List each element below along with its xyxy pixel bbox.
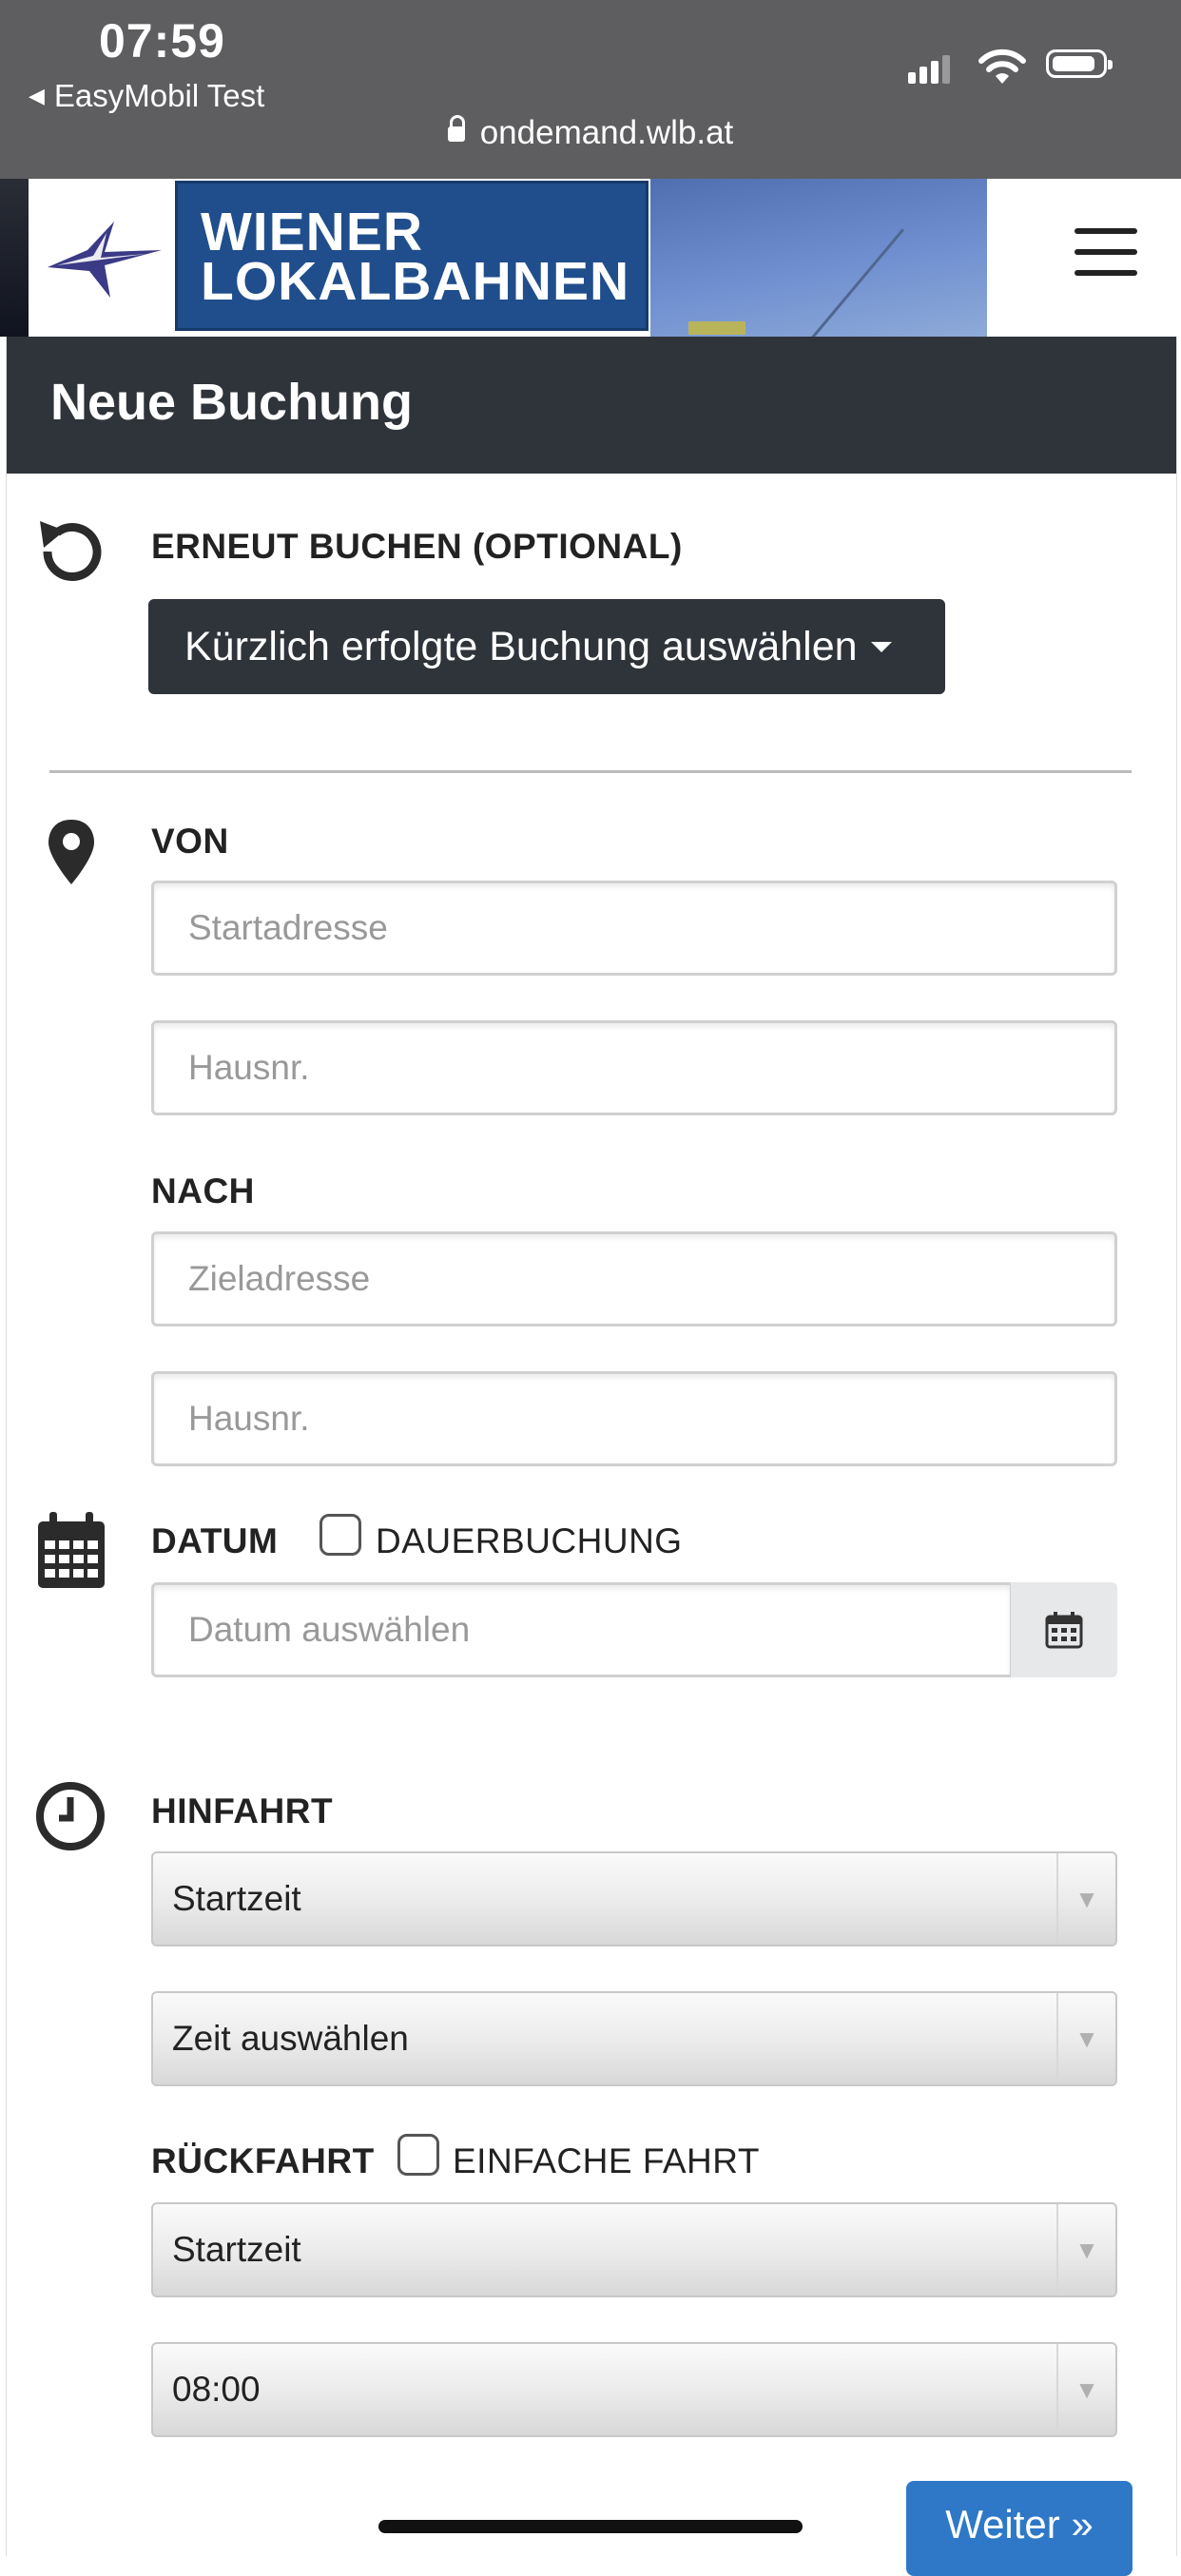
start-address-input[interactable]: Startadresse	[151, 881, 1117, 976]
header-photo	[650, 179, 987, 337]
header-image-edge	[0, 179, 29, 337]
date-picker-button[interactable]	[1011, 1582, 1117, 1677]
card-header: Neue Buchung	[7, 337, 1176, 474]
recurring-booking-checkbox[interactable]	[319, 1514, 361, 1556]
return-time-select[interactable]: 08:00 ▼	[151, 2342, 1117, 2437]
date-picker: Datum auswählen	[151, 1582, 1117, 1677]
back-triangle-icon: ◀	[29, 84, 45, 107]
return-time-value: 08:00	[172, 2370, 261, 2409]
one-way-label: EINFACHE FAHRT	[453, 2141, 760, 2180]
battery-icon	[1046, 49, 1113, 78]
home-indicator[interactable]	[378, 2520, 803, 2533]
start-house-number-input[interactable]: Hausnr.	[151, 1020, 1117, 1115]
menu-hamburger-icon[interactable]	[1075, 228, 1137, 276]
history-icon	[40, 521, 102, 581]
return-mode-value: Startzeit	[172, 2230, 301, 2269]
destination-address-placeholder: Zieladresse	[188, 1259, 371, 1298]
brand-line2: LOKALBAHNEN	[201, 251, 630, 312]
page-title: Neue Buchung	[50, 374, 414, 431]
clock-icon	[36, 1782, 105, 1850]
return-label: RÜCKFAHRT	[151, 2141, 375, 2180]
destination-house-number-input[interactable]: Hausnr.	[151, 1371, 1117, 1466]
site-header: WIENER LOKALBAHNEN	[0, 179, 1181, 337]
brand-logo[interactable]: WIENER LOKALBAHNEN	[175, 181, 649, 331]
url-bar[interactable]: ondemand.wlb.at	[0, 114, 1181, 152]
recent-booking-dropdown[interactable]: Kürzlich erfolgte Buchung auswählen	[148, 599, 945, 694]
select-arrow-icon: ▼	[1056, 1853, 1115, 1945]
status-time: 07:59	[99, 14, 225, 68]
date-input[interactable]: Datum auswählen	[151, 1582, 1013, 1677]
back-app-label: EasyMobil Test	[53, 78, 265, 113]
select-arrow-icon: ▼	[1056, 2204, 1115, 2295]
calendar-small-icon	[1045, 1612, 1083, 1649]
one-way-checkbox[interactable]	[397, 2134, 439, 2176]
destination-house-number-placeholder: Hausnr.	[188, 1399, 310, 1438]
to-label: NACH	[151, 1172, 255, 1211]
outbound-time-value: Zeit auswählen	[172, 2019, 409, 2058]
destination-address-input[interactable]: Zieladresse	[151, 1231, 1117, 1327]
section-divider	[49, 770, 1132, 773]
date-placeholder: Datum auswählen	[188, 1610, 471, 1649]
next-button[interactable]: Weiter »	[906, 2481, 1133, 2576]
date-label: DATUM	[151, 1521, 279, 1560]
outbound-mode-select[interactable]: Startzeit ▼	[151, 1851, 1117, 1947]
cellular-signal-icon	[908, 55, 950, 84]
outbound-label: HINFAHRT	[151, 1792, 334, 1830]
calendar-icon	[38, 1512, 105, 1588]
wifi-icon	[978, 48, 1026, 84]
return-mode-select[interactable]: Startzeit ▼	[151, 2202, 1117, 2297]
caret-down-icon	[870, 641, 892, 652]
start-address-placeholder: Startadresse	[188, 908, 388, 947]
outbound-time-select[interactable]: Zeit auswählen ▼	[151, 1991, 1117, 2086]
rebook-label: ERNEUT BUCHEN (OPTIONAL)	[151, 527, 683, 566]
wlb-logo-icon	[48, 222, 162, 298]
from-label: VON	[151, 822, 229, 861]
select-arrow-icon: ▼	[1056, 1993, 1115, 2084]
status-bar: 07:59 ◀ EasyMobil Test ondemand.wlb.at	[0, 0, 1181, 179]
url-text: ondemand.wlb.at	[479, 114, 734, 151]
recent-booking-dropdown-label: Kürzlich erfolgte Buchung auswählen	[184, 623, 858, 669]
back-to-app-link[interactable]: ◀ EasyMobil Test	[29, 78, 264, 114]
recurring-booking-label: DAUERBUCHUNG	[376, 1521, 683, 1560]
lock-icon	[447, 115, 465, 142]
outbound-mode-value: Startzeit	[172, 1879, 301, 1918]
start-house-number-placeholder: Hausnr.	[188, 1048, 310, 1087]
select-arrow-icon: ▼	[1056, 2344, 1115, 2435]
map-marker-icon	[48, 820, 94, 884]
brand-line1: WIENER	[201, 202, 423, 262]
